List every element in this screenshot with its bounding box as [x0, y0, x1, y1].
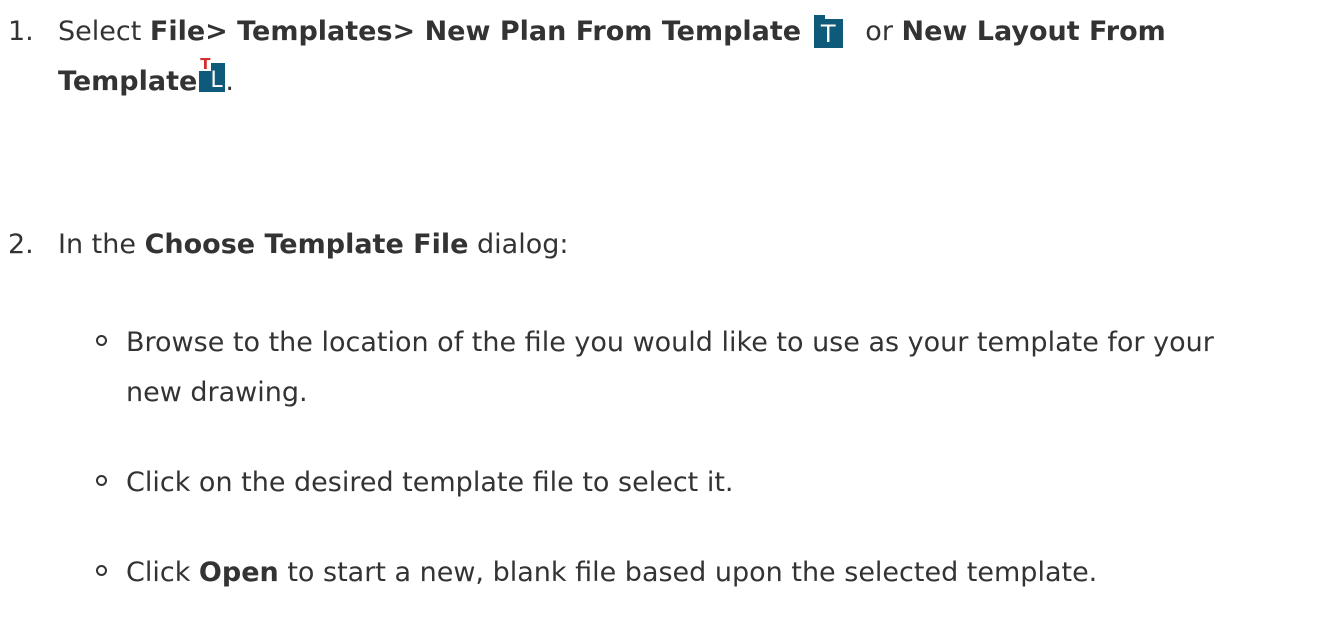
dialog-name: Choose Template File — [144, 229, 469, 260]
menu-path: File> Templates> New Plan From Template — [149, 16, 802, 47]
step-number: 2. — [8, 229, 34, 260]
step-text: Select File> Templates> New Plan From Te… — [58, 7, 1318, 107]
step-suffix: dialog: — [468, 229, 569, 260]
step-number: 1. — [8, 16, 34, 47]
bullet-circle-icon — [96, 335, 107, 346]
substep-text: Browse to the location of the file you w… — [126, 327, 1214, 408]
step-1: 1. Select File> Templates> New Plan From… — [0, 7, 1332, 107]
step-prefix: In the — [58, 229, 145, 260]
step-suffix: . — [225, 66, 234, 97]
template-layout-icon: TL — [199, 57, 226, 93]
substep-text: Click Open to start a new, blank file ba… — [126, 557, 1098, 588]
template-plan-icon: T — [813, 15, 843, 48]
bullet-circle-icon — [96, 565, 107, 576]
layout-option-line2: Template — [58, 66, 198, 97]
substep-open: Click Open to start a new, blank file ba… — [96, 548, 1326, 598]
layout-option-line1: New Layout From — [901, 16, 1166, 47]
instructions-page: 1. Select File> Templates> New Plan From… — [0, 0, 1332, 619]
substep-browse: Browse to the location of the file you w… — [96, 318, 1326, 418]
step-text: In the Choose Template File dialog: — [58, 220, 1318, 270]
step-prefix: Select — [58, 16, 150, 47]
substep-select-file: Click on the desired template file to se… — [96, 458, 1326, 508]
bullet-circle-icon — [96, 475, 107, 486]
step-connector: or — [856, 16, 902, 47]
open-button-name: Open — [198, 557, 279, 588]
substep-text: Click on the desired template file to se… — [126, 467, 734, 498]
step-2: 2. In the Choose Template File dialog: — [0, 220, 1332, 270]
